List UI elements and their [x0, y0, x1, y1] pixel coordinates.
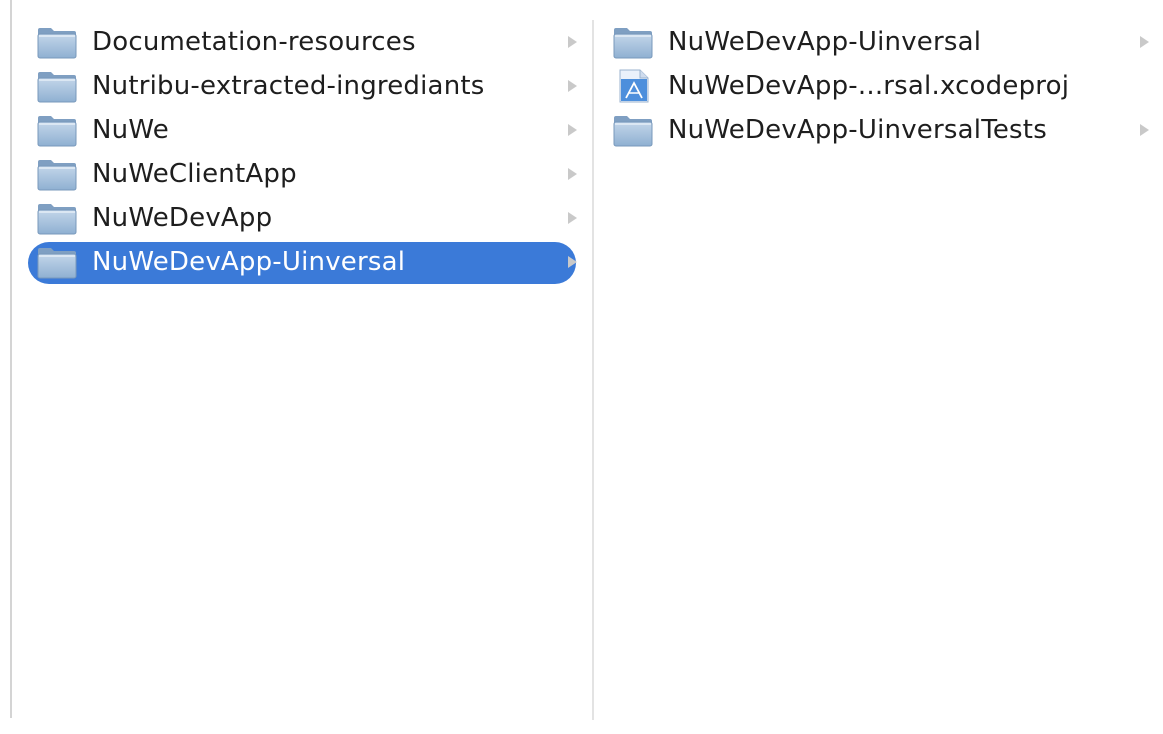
list-item[interactable]: NuWeDevApp-UinversalTests — [604, 108, 1163, 152]
disclosure-arrow-icon — [568, 124, 577, 136]
item-label: Documetation-resources — [92, 27, 416, 57]
column-2: NuWeDevApp-Uinversal NuWeDevApp-...rsal.… — [604, 20, 1163, 152]
item-label: NuWe — [92, 115, 169, 145]
disclosure-arrow-icon — [568, 168, 577, 180]
folder-icon — [36, 113, 78, 147]
item-label: NuWeClientApp — [92, 159, 297, 189]
folder-icon — [36, 157, 78, 191]
item-label: NuWeDevApp-Uinversal — [92, 247, 406, 277]
item-label: NuWeDevApp-UinversalTests — [668, 115, 1047, 145]
list-item[interactable]: NuWeDevApp — [28, 196, 577, 240]
folder-icon — [36, 25, 78, 59]
disclosure-arrow-icon — [1140, 124, 1149, 136]
window-left-border — [10, 0, 12, 718]
disclosure-arrow-icon — [568, 36, 577, 48]
disclosure-arrow-icon — [568, 80, 577, 92]
folder-icon — [612, 113, 654, 147]
item-label: NuWeDevApp-Uinversal — [668, 27, 982, 57]
finder-column-view: Documetation-resources Nutribu-extracted… — [0, 0, 1163, 734]
folder-icon — [36, 245, 78, 279]
folder-icon — [36, 69, 78, 103]
disclosure-arrow-icon — [568, 256, 577, 268]
list-item[interactable]: Nutribu-extracted-ingrediants — [28, 64, 577, 108]
list-item-selected[interactable]: NuWeDevApp-Uinversal — [28, 240, 577, 284]
list-item[interactable]: Documetation-resources — [28, 20, 577, 64]
item-label: Nutribu-extracted-ingrediants — [92, 71, 485, 101]
column-1: Documetation-resources Nutribu-extracted… — [28, 20, 577, 284]
item-label: NuWeDevApp — [92, 203, 273, 233]
list-item[interactable]: NuWeDevApp-...rsal.xcodeproj — [604, 64, 1163, 108]
disclosure-arrow-icon — [1140, 36, 1149, 48]
folder-icon — [612, 25, 654, 59]
xcodeproj-file-icon — [612, 69, 654, 103]
disclosure-arrow-icon — [568, 212, 577, 224]
list-item[interactable]: NuWe — [28, 108, 577, 152]
list-item[interactable]: NuWeDevApp-Uinversal — [604, 20, 1163, 64]
column-divider[interactable] — [592, 20, 594, 720]
item-label: NuWeDevApp-...rsal.xcodeproj — [668, 71, 1070, 101]
folder-icon — [36, 201, 78, 235]
list-item[interactable]: NuWeClientApp — [28, 152, 577, 196]
